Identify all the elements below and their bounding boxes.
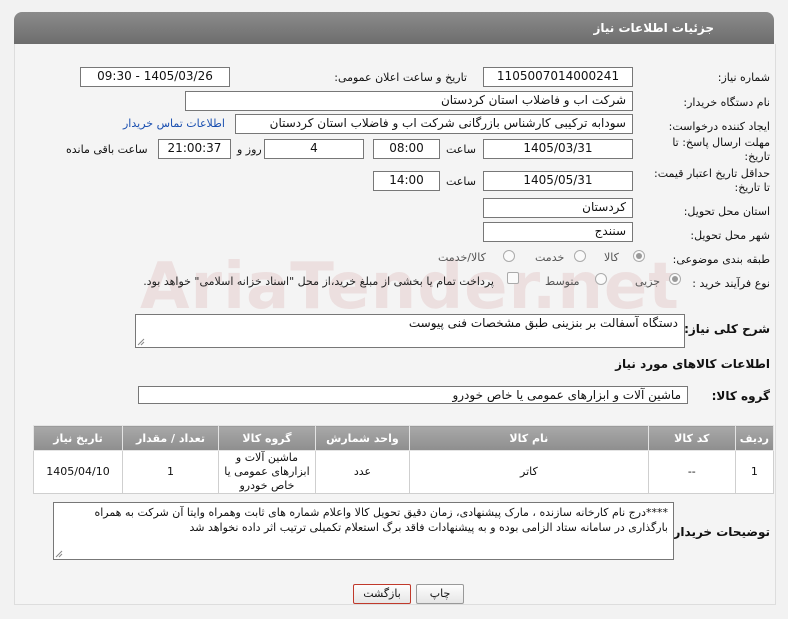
resize-grip-icon[interactable] [55, 550, 63, 558]
buyer-org-label: نام دستگاه خریدار: [683, 96, 770, 109]
col-item-code: کد کالا [647, 425, 736, 451]
cell-quantity: 1 [122, 450, 219, 494]
category-label: طبقه بندی موضوعی: [672, 253, 770, 266]
buyer-notes-label: توضیحات خریدار: [668, 525, 770, 539]
goods-section-title: اطلاعات کالاهای مورد نیاز [615, 357, 770, 371]
col-item-name: نام کالا [408, 425, 649, 451]
cell-row-number: 1 [734, 450, 775, 494]
buyer-contact-link[interactable]: اطلاعات تماس خریدار [123, 117, 225, 130]
announce-datetime-label: تاریخ و ساعت اعلان عمومی: [334, 71, 467, 84]
price-validity-date[interactable]: 1405/05/31 [483, 171, 633, 191]
buyer-notes-field[interactable]: ****درج نام کارخانه سازنده ، مارک پیشنها… [53, 502, 674, 560]
category-radio-service[interactable] [574, 250, 586, 262]
announce-datetime-field[interactable]: 1405/03/26 - 09:30 [80, 67, 230, 87]
price-validity-label: حداقل تاریخ اعتبار قیمت: تا تاریخ: [654, 167, 770, 194]
requester-field[interactable]: سودابه ترکیبی کارشناس بازرگانی شرکت اب و… [235, 114, 633, 134]
process-minor-label: جزیی [635, 275, 661, 288]
reply-deadline-date[interactable]: 1405/03/31 [483, 139, 633, 159]
cell-item-name: کاتر [408, 450, 649, 494]
page-header: جزئیات اطلاعات نیاز [14, 12, 774, 44]
resize-grip-icon[interactable] [137, 338, 145, 346]
reply-days-field[interactable]: 4 [264, 139, 364, 159]
goods-group-label: گروه کالا: [711, 389, 770, 403]
process-radio-medium[interactable] [595, 273, 607, 285]
cell-need-date: 1405/04/10 [32, 450, 124, 494]
reply-deadline-time[interactable]: 08:00 [373, 139, 440, 159]
category-radio-both[interactable] [503, 250, 515, 262]
price-time-label: ساعت [446, 175, 476, 188]
cell-item-group: ماشین آلات و ابزارهای عمومی یا خاص خودرو [217, 450, 316, 494]
description-field[interactable]: دستگاه آسفالت بر بنزینی طبق مشخصات فنی پ… [135, 314, 685, 348]
process-type-label: نوع فرآیند خرید : [692, 277, 770, 290]
price-validity-time[interactable]: 14:00 [373, 171, 440, 191]
goods-table: ردیف کد کالا نام کالا واحد شمارش گروه کا… [32, 425, 775, 494]
cell-unit: عدد [314, 450, 410, 494]
delivery-city-label: شهر محل تحویل: [690, 229, 770, 242]
table-row: 1 -- کاتر عدد ماشین آلات و ابزارهای عموم… [32, 450, 775, 494]
col-item-group: گروه کالا [217, 425, 316, 451]
remaining-label: ساعت باقی مانده [66, 143, 148, 156]
days-label: روز و [237, 143, 262, 156]
category-goods-label: کالا [604, 251, 619, 264]
buyer-org-field[interactable]: شرکت اب و فاضلاب استان کردستان [185, 91, 633, 111]
treasury-payment-checkbox[interactable] [507, 272, 519, 284]
category-radio-goods[interactable] [633, 250, 645, 262]
cell-item-code: -- [647, 450, 736, 494]
goods-group-field[interactable]: ماشین آلات و ابزارهای عمومی یا خاص خودرو [138, 386, 688, 404]
need-number-field[interactable]: 1105007014000241 [483, 67, 633, 87]
print-button[interactable]: چاپ [416, 584, 464, 604]
col-need-date: تاریخ نیاز [32, 425, 124, 451]
treasury-payment-note: پرداخت تمام یا بخشی از مبلغ خرید،از محل … [143, 275, 494, 288]
delivery-province-label: استان محل تحویل: [683, 205, 770, 218]
page-title: جزئیات اطلاعات نیاز [593, 21, 714, 35]
col-unit: واحد شمارش [314, 425, 410, 451]
category-both-label: کالا/خدمت [438, 251, 486, 264]
process-radio-minor[interactable] [669, 273, 681, 285]
back-button[interactable]: بازگشت [353, 584, 411, 604]
category-service-label: خدمت [535, 251, 565, 264]
reply-time-label: ساعت [446, 143, 476, 156]
remaining-time-field[interactable]: 21:00:37 [158, 139, 231, 159]
delivery-province-field[interactable]: کردستان [483, 198, 633, 218]
col-row-number: ردیف [734, 425, 775, 451]
col-quantity: تعداد / مقدار [122, 425, 219, 451]
description-label: شرح کلی نیاز: [684, 322, 770, 336]
requester-label: ایجاد کننده درخواست: [668, 120, 770, 133]
process-medium-label: متوسط [545, 275, 580, 288]
table-header-row: ردیف کد کالا نام کالا واحد شمارش گروه کا… [32, 425, 775, 451]
reply-deadline-label: مهلت ارسال پاسخ: تا تاریخ: [672, 136, 770, 163]
delivery-city-field[interactable]: سنندج [483, 222, 633, 242]
need-number-label: شماره نیاز: [717, 71, 770, 84]
